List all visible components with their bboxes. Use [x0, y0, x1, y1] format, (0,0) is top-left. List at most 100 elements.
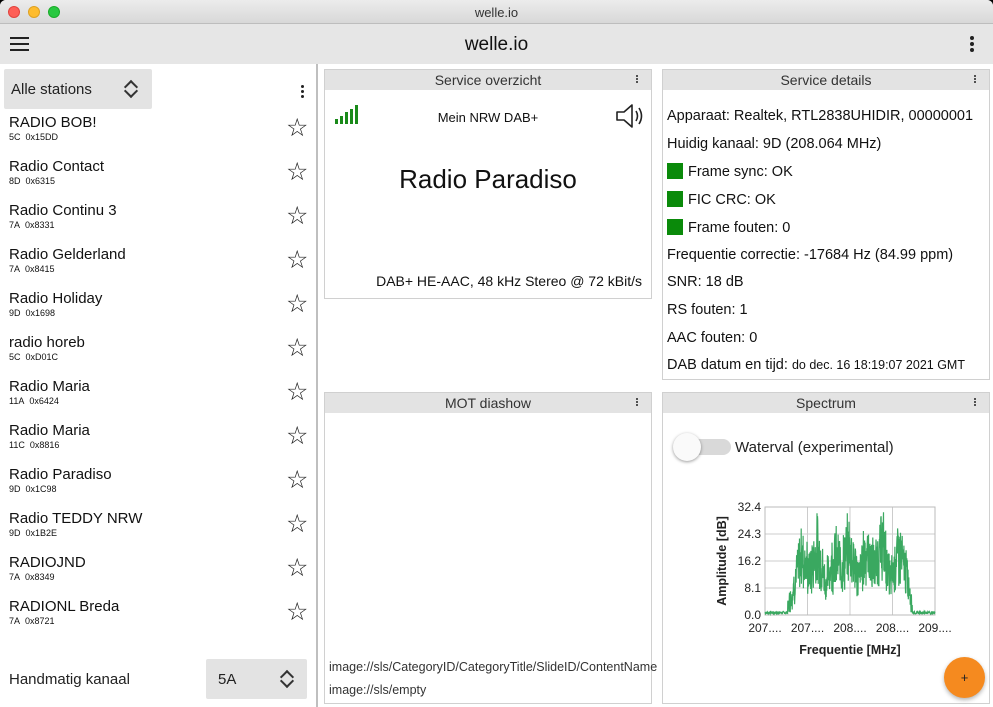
window-title: welle.io — [474, 5, 519, 20]
dab-datetime-value: do dec. 16 18:19:07 2021 GMT — [791, 358, 965, 372]
station-channel: 5C — [9, 132, 21, 142]
station-filter-select[interactable]: Alle stations — [4, 69, 152, 109]
favorite-star-icon[interactable]: ☆ — [286, 160, 308, 185]
station-sidebar: Alle stations RADIO BOB! 5C 0x15DD ☆ Radio … — [0, 64, 318, 707]
fic-crc-status: FIC CRC: OK — [667, 191, 776, 208]
service-details-card: Service details Apparaat: Realtek, RTL28… — [662, 69, 990, 380]
station-sid: 0x8816 — [29, 440, 60, 450]
station-item[interactable]: Radio Holiday 9D 0x1698 ☆ — [0, 290, 316, 334]
mot-slideshow-card: MOT diashow image://sls/CategoryID/Categ… — [324, 392, 657, 704]
select-updown-icon — [280, 668, 294, 690]
rs-errors: RS fouten: 1 — [667, 302, 748, 318]
station-item[interactable]: RADIOJND 7A 0x8349 ☆ — [0, 554, 316, 598]
station-name: Radio Maria — [9, 422, 90, 439]
station-sid: 0x8721 — [25, 616, 55, 626]
station-list-menu-icon[interactable] — [301, 83, 304, 100]
card-menu-icon[interactable] — [974, 74, 976, 84]
station-sid: 0x8349 — [25, 572, 55, 582]
codec-info: DAB+ HE-AAC, 48 kHz Stereo @ 72 kBit/s — [376, 273, 642, 289]
station-name: Radio Maria — [9, 378, 90, 395]
station-item[interactable]: Radio Maria 11C 0x8816 ☆ — [0, 422, 316, 466]
station-channel: 9D — [9, 308, 21, 318]
frequency-correction: Frequentie correctie: -17684 Hz (84.99 p… — [667, 247, 954, 263]
y-tick-label: 8.1 — [744, 581, 761, 595]
favorite-star-icon[interactable]: ☆ — [286, 248, 308, 273]
station-sid: 0x1698 — [25, 308, 56, 318]
station-item[interactable]: Radio Gelderland 7A 0x8415 ☆ — [0, 246, 316, 290]
favorite-star-icon[interactable]: ☆ — [286, 380, 308, 405]
station-item[interactable]: Radio Paradiso 9D 0x1C98 ☆ — [0, 466, 316, 510]
station-channel: 7A — [9, 264, 21, 274]
status-indicator — [667, 219, 683, 235]
station-channel-id: 7A 0x8331 — [9, 220, 55, 230]
manual-channel-select[interactable]: 5A — [206, 659, 307, 699]
station-channel-id: 9D 0x1C98 — [9, 484, 57, 494]
favorite-star-icon[interactable]: ☆ — [286, 512, 308, 537]
station-sid: 0x1B2E — [25, 528, 58, 538]
dab-datetime-label: DAB datum en tijd: — [667, 357, 788, 373]
x-tick-label: 208.... — [833, 621, 866, 635]
station-channel-id: 9D 0x1B2E — [9, 528, 57, 538]
manual-channel-label: Handmatig kanaal — [9, 671, 130, 688]
frame-errors-status: Frame fouten: 0 — [667, 219, 790, 236]
favorite-star-icon[interactable]: ☆ — [286, 600, 308, 625]
card-menu-icon[interactable] — [636, 397, 638, 407]
station-channel: 7A — [9, 220, 21, 230]
favorite-star-icon[interactable]: ☆ — [286, 292, 308, 317]
card-header: Service overzicht — [325, 70, 651, 90]
station-sid: 0x6315 — [25, 176, 56, 186]
y-axis-label: Amplitude [dB] — [715, 516, 729, 606]
favorite-star-icon[interactable]: ☆ — [286, 116, 308, 141]
y-tick-label: 32.4 — [738, 500, 762, 514]
spectrum-chart: 0.0 8.1 16.2 24.3 32.4 207.... 207.... 208.... 2… — [715, 500, 952, 657]
waterfall-toggle[interactable] — [673, 433, 731, 461]
station-name: Radio Contact — [9, 158, 105, 175]
service-overview-card: Service overzicht Mein NRW DAB+ Radio Pa… — [324, 69, 652, 299]
ensemble-name: Mein NRW DAB+ — [437, 110, 539, 125]
station-channel: 11A — [9, 396, 25, 406]
card-header: MOT diashow — [325, 393, 651, 413]
station-item[interactable]: Radio Continu 3 7A 0x8331 ☆ — [0, 202, 316, 246]
x-tick-label: 208.... — [876, 621, 909, 635]
card-menu-icon[interactable] — [636, 74, 638, 84]
aac-errors: AAC fouten: 0 — [667, 330, 758, 346]
mot-empty-path: image://sls/empty — [329, 683, 427, 697]
favorite-star-icon[interactable]: ☆ — [286, 556, 308, 581]
more-options-icon[interactable] — [970, 34, 974, 54]
station-item[interactable]: RADIO BOB! 5C 0x15DD ☆ — [0, 114, 316, 158]
station-item[interactable]: RADIONL Breda 7A 0x8721 ☆ — [0, 598, 316, 642]
station-channel-id: 7A 0x8415 — [9, 264, 55, 274]
station-channel: 5C — [9, 352, 21, 362]
card-title: Spectrum — [796, 395, 856, 411]
favorite-star-icon[interactable]: ☆ — [286, 424, 308, 449]
station-filter-label: Alle stations — [11, 81, 92, 98]
station-name: Radio Holiday — [9, 290, 103, 307]
station-item[interactable]: radio horeb 5C 0xD01C ☆ — [0, 334, 316, 378]
station-channel-id: 5C 0xD01C — [9, 352, 58, 362]
station-channel: 8D — [9, 176, 21, 186]
snr-value: SNR: 18 dB — [667, 274, 744, 290]
favorite-star-icon[interactable]: ☆ — [286, 336, 308, 361]
station-name: Radio Gelderland — [9, 246, 126, 263]
station-item[interactable]: Radio Maria 11A 0x6424 ☆ — [0, 378, 316, 422]
station-channel-id: 11A 0x6424 — [9, 396, 59, 406]
app-header: welle.io — [0, 24, 993, 64]
station-channel: 9D — [9, 528, 21, 538]
station-item[interactable]: Radio Contact 8D 0x6315 ☆ — [0, 158, 316, 202]
station-name: RADIO BOB! — [9, 114, 97, 131]
status-indicator — [667, 163, 683, 179]
speaker-icon[interactable] — [615, 102, 649, 130]
toggle-knob — [673, 433, 701, 461]
device-info: Apparaat: Realtek, RTL2838UHIDIR, 000000… — [667, 108, 974, 124]
favorite-star-icon[interactable]: ☆ — [286, 468, 308, 493]
card-menu-icon[interactable] — [974, 397, 976, 407]
card-header: Service details — [663, 70, 989, 90]
station-item[interactable]: Radio TEDDY NRW 9D 0x1B2E ☆ — [0, 510, 316, 554]
station-sid: 0x1C98 — [25, 484, 57, 494]
add-button[interactable]: + — [944, 657, 985, 698]
manual-channel-value: 5A — [218, 671, 237, 688]
app-title: welle.io — [464, 34, 529, 55]
station-list: RADIO BOB! 5C 0x15DD ☆ Radio Contact 8D 0x63… — [0, 114, 316, 642]
card-title: Service overzicht — [434, 72, 542, 88]
favorite-star-icon[interactable]: ☆ — [286, 204, 308, 229]
